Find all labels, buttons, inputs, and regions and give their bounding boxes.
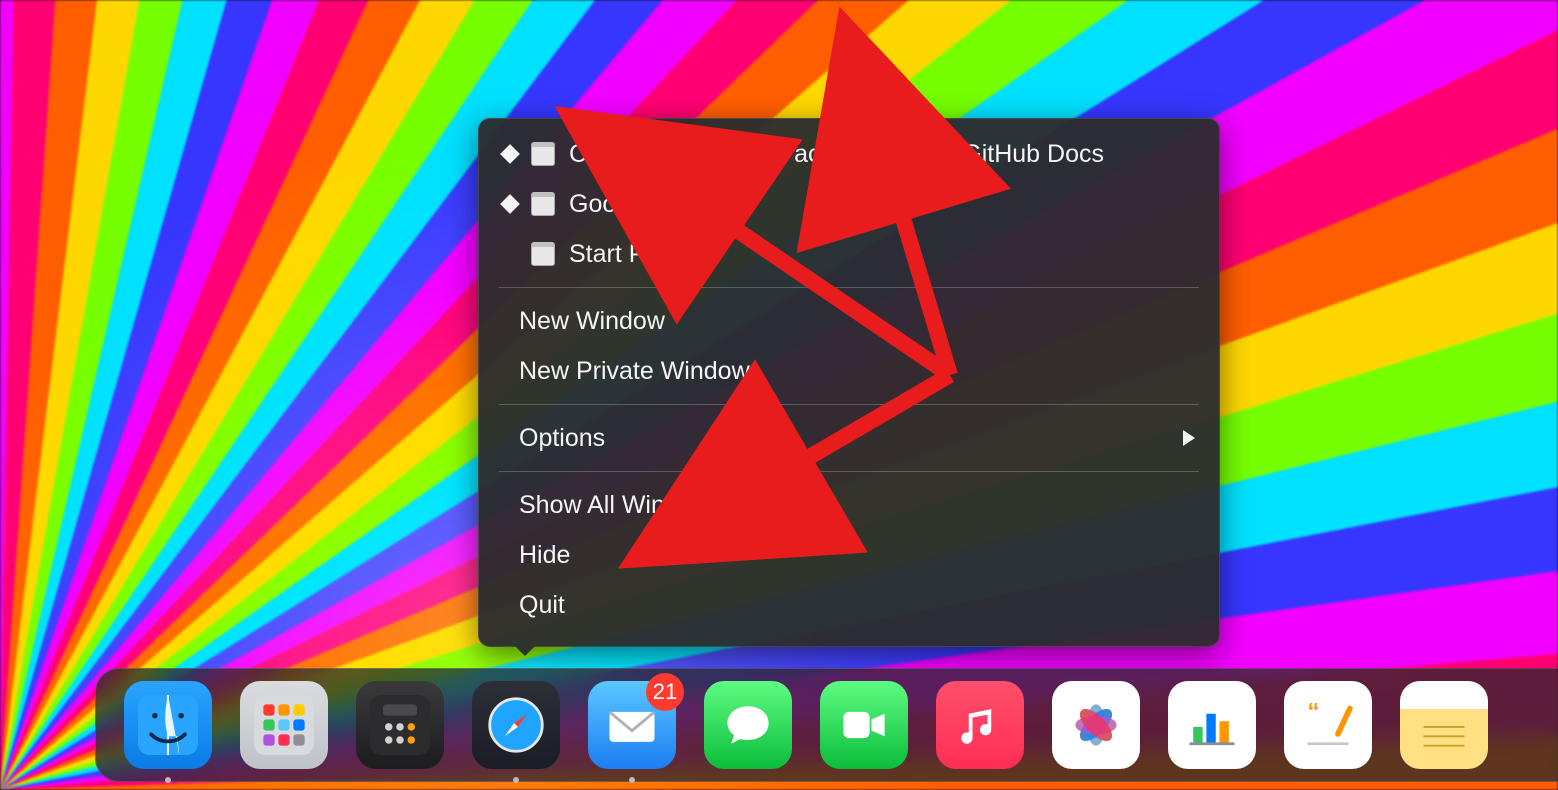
photos-icon bbox=[1066, 695, 1126, 755]
dock: 21 bbox=[95, 668, 1558, 782]
menu-item-window-1[interactable]: Google bbox=[479, 179, 1219, 229]
facetime-icon bbox=[834, 695, 894, 755]
notification-badge: 21 bbox=[646, 673, 684, 711]
dock-app-pages[interactable]: “ bbox=[1284, 681, 1372, 769]
menu-item-options[interactable]: Options bbox=[479, 413, 1219, 463]
menu-item-label: Show All Windows bbox=[519, 491, 723, 520]
dock-context-menu: Creating a personal access token - GitHu… bbox=[478, 118, 1220, 647]
dock-app-launchpad[interactable] bbox=[240, 681, 328, 769]
menu-item-new-private-window[interactable]: New Private Window bbox=[479, 346, 1219, 396]
launchpad-icon bbox=[254, 695, 314, 755]
music-icon bbox=[950, 695, 1010, 755]
menu-item-label: Creating a personal access token - GitHu… bbox=[569, 140, 1104, 169]
dock-app-facetime[interactable] bbox=[820, 681, 908, 769]
running-indicator-icon bbox=[629, 777, 635, 783]
diamond-icon bbox=[500, 194, 520, 214]
menu-item-label: Google bbox=[569, 190, 650, 219]
dock-app-mail[interactable]: 21 bbox=[588, 681, 676, 769]
window-icon bbox=[531, 242, 555, 266]
dock-app-finder[interactable] bbox=[124, 681, 212, 769]
dock-app-numbers[interactable] bbox=[1168, 681, 1256, 769]
pages-icon: “ bbox=[1298, 695, 1358, 755]
menu-separator bbox=[499, 404, 1199, 405]
menu-item-label: New Private Window bbox=[519, 357, 750, 386]
messages-icon bbox=[718, 695, 778, 755]
menu-item-label: Options bbox=[519, 424, 605, 453]
menu-item-window-0[interactable]: Creating a personal access token - GitHu… bbox=[479, 129, 1219, 179]
menu-item-label: Start Page bbox=[569, 240, 687, 269]
dock-app-calculator[interactable] bbox=[356, 681, 444, 769]
window-icon bbox=[531, 192, 555, 216]
dock-container: 21 bbox=[95, 660, 1558, 790]
menu-separator bbox=[499, 287, 1199, 288]
menu-item-show-all-windows[interactable]: Show All Windows bbox=[479, 480, 1219, 530]
menu-item-window-2[interactable]: Start Page bbox=[479, 229, 1219, 279]
calculator-icon bbox=[370, 695, 430, 755]
dock-app-music[interactable] bbox=[936, 681, 1024, 769]
notes-icon bbox=[1414, 695, 1474, 755]
submenu-arrow-icon bbox=[1183, 430, 1195, 446]
dock-app-photos[interactable] bbox=[1052, 681, 1140, 769]
menu-item-hide[interactable]: Hide bbox=[479, 530, 1219, 580]
menu-separator bbox=[499, 471, 1199, 472]
menu-item-quit[interactable]: Quit bbox=[479, 580, 1219, 630]
numbers-icon bbox=[1182, 695, 1242, 755]
window-icon bbox=[531, 142, 555, 166]
running-indicator-icon bbox=[513, 777, 519, 783]
menu-item-new-window[interactable]: New Window bbox=[479, 296, 1219, 346]
diamond-icon bbox=[500, 144, 520, 164]
safari-icon bbox=[486, 695, 546, 755]
svg-text:“: “ bbox=[1307, 698, 1319, 725]
menu-item-label: New Window bbox=[519, 307, 665, 336]
running-indicator-icon bbox=[165, 777, 171, 783]
finder-icon bbox=[138, 695, 198, 755]
menu-item-label: Hide bbox=[519, 541, 570, 570]
dock-app-notes[interactable] bbox=[1400, 681, 1488, 769]
menu-item-label: Quit bbox=[519, 591, 565, 620]
dock-app-safari[interactable] bbox=[472, 681, 560, 769]
dock-app-messages[interactable] bbox=[704, 681, 792, 769]
